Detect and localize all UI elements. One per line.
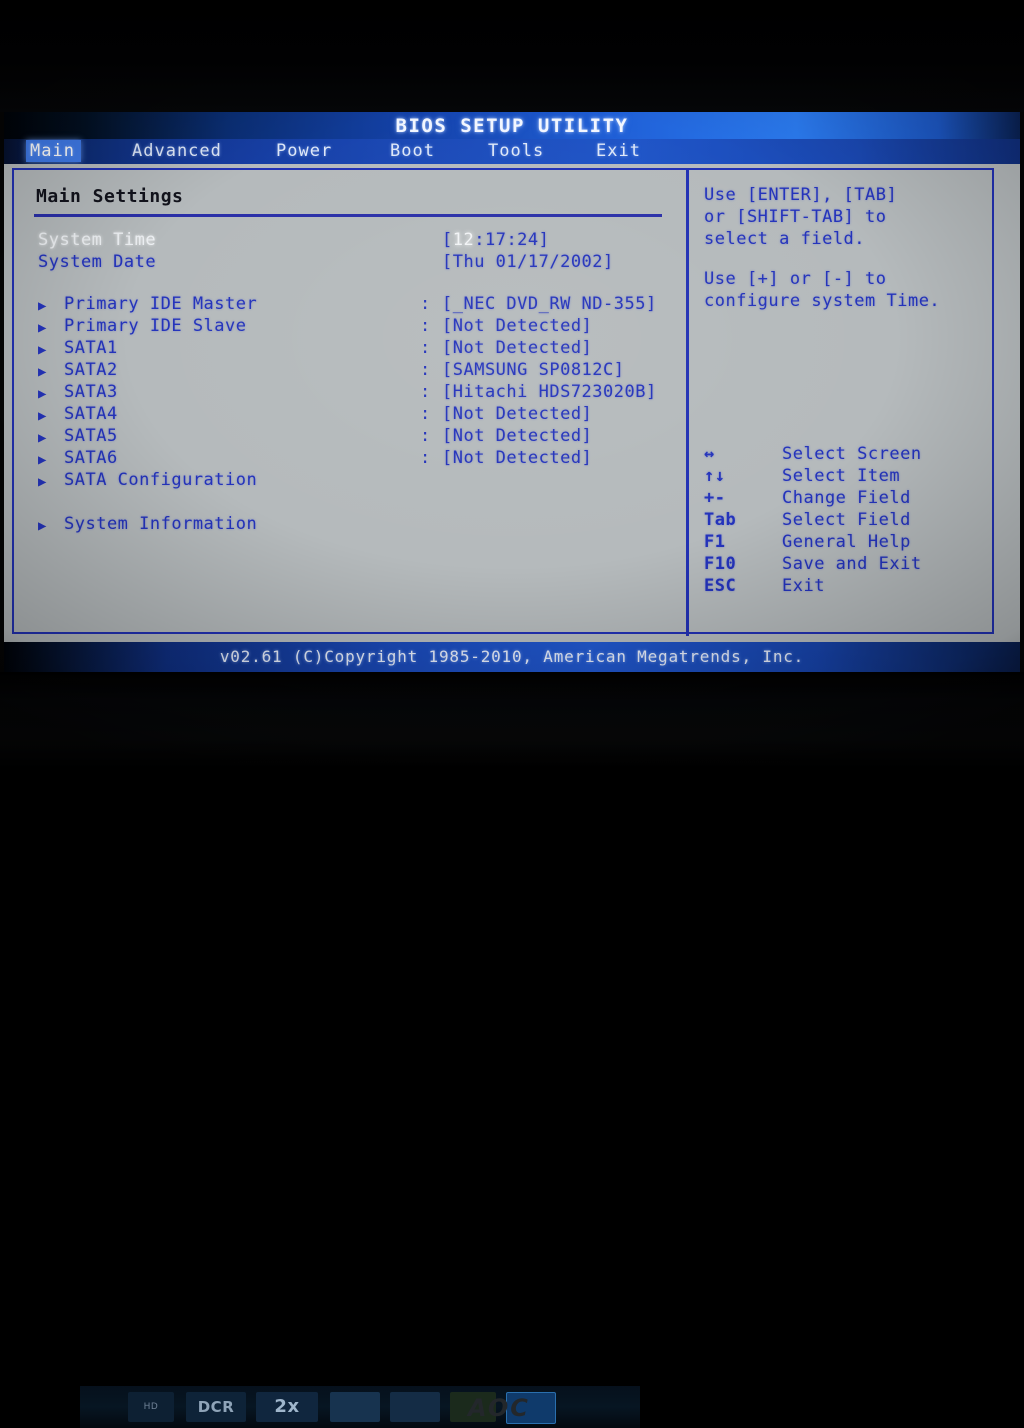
f10-key-icon: F10	[704, 554, 737, 574]
colon-separator: :	[420, 382, 431, 402]
sata-configuration-label: SATA Configuration	[64, 470, 258, 490]
colon-separator: :	[420, 426, 431, 446]
f1-key-icon: F1	[704, 532, 726, 552]
sata4-label: SATA4	[64, 404, 118, 424]
menubar: Main Advanced Power Boot Tools Exit	[4, 139, 1020, 164]
colon-separator: :	[420, 448, 431, 468]
sata3-label: SATA3	[64, 382, 118, 402]
tab-boot[interactable]: Boot	[390, 141, 435, 161]
sticker-2x: 2x	[256, 1392, 318, 1422]
up-down-arrow-icon: ↑↓	[704, 466, 726, 486]
primary-ide-slave-label: Primary IDE Slave	[64, 316, 247, 336]
help-text-time-configuration: Use [+] or [-] to configure system Time.	[704, 269, 941, 311]
sata1-label: SATA1	[64, 338, 118, 358]
sticker-4	[330, 1392, 380, 1422]
sata6-label: SATA6	[64, 448, 118, 468]
system-time-label: System Time	[38, 230, 157, 250]
chevron-right-icon: ▶	[38, 320, 47, 336]
legend-save-and-exit-label: Save and Exit	[782, 554, 922, 574]
tab-advanced[interactable]: Advanced	[132, 141, 222, 161]
system-time-bracket-open: [	[442, 230, 453, 250]
row-primary-ide-slave[interactable]: ▶ Primary IDE Slave : [Not Detected]	[38, 316, 658, 338]
sticker-hd: HD	[128, 1392, 174, 1422]
row-system-date[interactable]: System Date [Thu 01/17/2002]	[38, 252, 658, 274]
row-primary-ide-master[interactable]: ▶ Primary IDE Master : [_NEC DVD_RW ND-3…	[38, 294, 658, 316]
sata5-label: SATA5	[64, 426, 118, 446]
monitor-bezel-top	[0, 0, 1024, 112]
system-date-label: System Date	[38, 252, 157, 272]
chevron-right-icon: ▶	[38, 518, 47, 534]
monitor-photo: BIOS SETUP UTILITY Main Advanced Power B…	[0, 0, 1024, 1428]
colon-separator: :	[420, 316, 431, 336]
chevron-right-icon: ▶	[38, 342, 47, 358]
copyright-text: v02.61 (C)Copyright 1985-2010, American …	[219, 647, 805, 666]
sticker-dcr: DCR	[186, 1392, 246, 1422]
tab-exit[interactable]: Exit	[596, 141, 641, 161]
primary-ide-slave-value: [Not Detected]	[442, 316, 593, 336]
chevron-right-icon: ▶	[38, 430, 47, 446]
row-sata1[interactable]: ▶ SATA1 : [Not Detected]	[38, 338, 658, 360]
row-sata3[interactable]: ▶ SATA3 : [Hitachi HDS723020B]	[38, 382, 658, 404]
row-system-information[interactable]: ▶ System Information	[38, 514, 658, 536]
colon-separator: :	[420, 360, 431, 380]
titlebar: BIOS SETUP UTILITY	[4, 112, 1020, 140]
tab-key-icon: Tab	[704, 510, 737, 530]
system-time-hour-cursor[interactable]: 12	[453, 230, 474, 250]
sata3-value: [Hitachi HDS723020B]	[442, 382, 657, 402]
sticker-5	[390, 1392, 440, 1422]
help-text-field-selection: Use [ENTER], [TAB] or [SHIFT-TAB] to sel…	[704, 185, 898, 249]
esc-key-icon: ESC	[704, 576, 737, 596]
monitor-brand-logo: AOC	[468, 1394, 530, 1422]
chevron-right-icon: ▶	[38, 364, 47, 380]
primary-ide-master-label: Primary IDE Master	[64, 294, 258, 314]
legend-select-screen-label: Select Screen	[782, 444, 922, 464]
row-sata2[interactable]: ▶ SATA2 : [SAMSUNG SP0812C]	[38, 360, 658, 382]
chevron-right-icon: ▶	[38, 298, 47, 314]
chevron-right-icon: ▶	[38, 474, 47, 490]
legend-general-help-label: General Help	[782, 532, 911, 552]
page-title: BIOS SETUP UTILITY	[395, 115, 629, 137]
system-time-value[interactable]: [12:17:24]	[442, 230, 549, 250]
bios-screen: BIOS SETUP UTILITY Main Advanced Power B…	[4, 112, 1020, 672]
primary-ide-master-value: [_NEC DVD_RW ND-355]	[442, 294, 657, 314]
system-time-rest: :17:24]	[474, 230, 550, 250]
sata1-value: [Not Detected]	[442, 338, 593, 358]
colon-separator: :	[420, 338, 431, 358]
chevron-right-icon: ▶	[38, 386, 47, 402]
row-sata4[interactable]: ▶ SATA4 : [Not Detected]	[38, 404, 658, 426]
chevron-right-icon: ▶	[38, 408, 47, 424]
plus-minus-icon: +-	[704, 488, 726, 508]
colon-separator: :	[420, 294, 431, 314]
monitor-bezel-bottom: HD DCR 2x AOC	[0, 672, 1024, 1428]
row-sata5[interactable]: ▶ SATA5 : [Not Detected]	[38, 426, 658, 448]
sata2-value: [SAMSUNG SP0812C]	[442, 360, 625, 380]
sata4-value: [Not Detected]	[442, 404, 593, 424]
settings-frame: Main Settings System Time [12:17:24] Sys…	[12, 168, 994, 636]
panel-divider	[686, 170, 689, 636]
sata2-label: SATA2	[64, 360, 118, 380]
left-right-arrow-icon: ↔	[704, 444, 715, 464]
row-sata-configuration[interactable]: ▶ SATA Configuration	[38, 470, 658, 492]
legend-select-item-label: Select Item	[782, 466, 901, 486]
chevron-right-icon: ▶	[38, 452, 47, 468]
tab-main[interactable]: Main	[26, 140, 81, 162]
section-title: Main Settings	[36, 186, 184, 207]
legend-change-field-label: Change Field	[782, 488, 911, 508]
tab-power[interactable]: Power	[276, 141, 332, 161]
sata5-value: [Not Detected]	[442, 426, 593, 446]
row-system-time[interactable]: System Time [12:17:24]	[38, 230, 658, 252]
legend-select-field-label: Select Field	[782, 510, 911, 530]
system-information-label: System Information	[64, 514, 258, 534]
tab-tools[interactable]: Tools	[488, 141, 544, 161]
legend-exit-label: Exit	[782, 576, 825, 596]
system-date-value[interactable]: [Thu 01/17/2002]	[442, 252, 614, 272]
footer-bar: v02.61 (C)Copyright 1985-2010, American …	[4, 642, 1020, 672]
sata6-value: [Not Detected]	[442, 448, 593, 468]
colon-separator: :	[420, 404, 431, 424]
section-rule	[34, 214, 662, 217]
row-sata6[interactable]: ▶ SATA6 : [Not Detected]	[38, 448, 658, 470]
bios-body: Main Settings System Time [12:17:24] Sys…	[4, 164, 1020, 642]
